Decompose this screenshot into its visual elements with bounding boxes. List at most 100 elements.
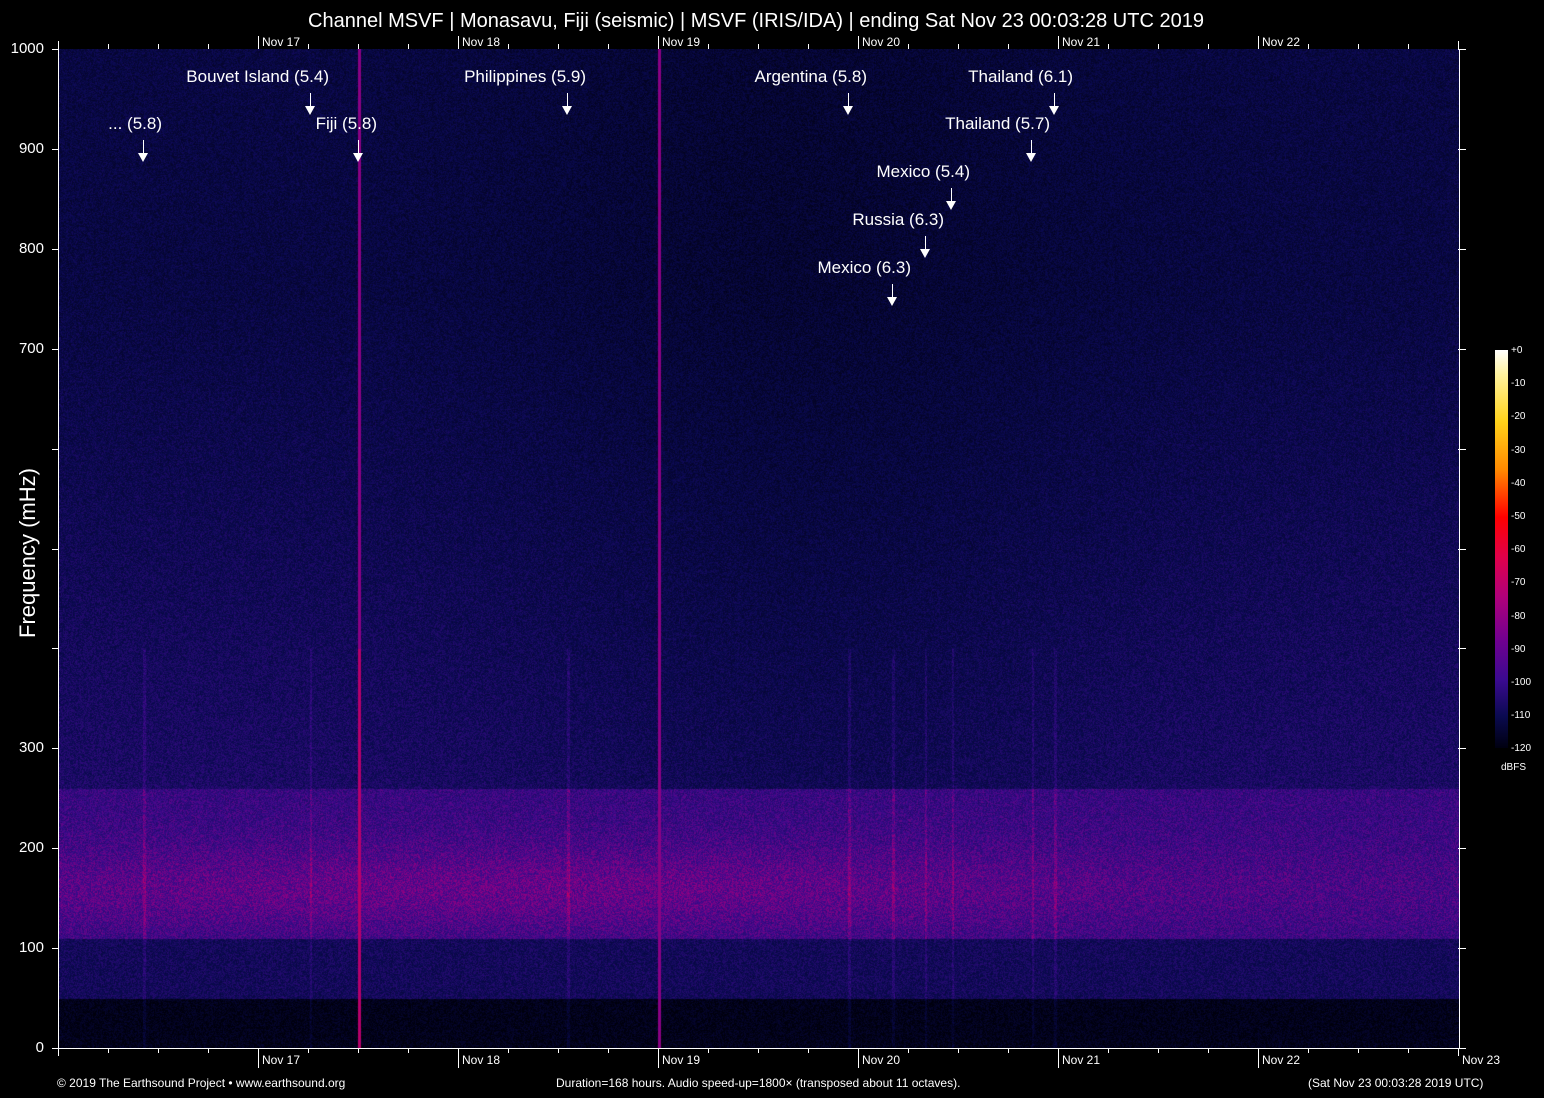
colorbar <box>1495 350 1508 748</box>
y-tick-mark-right <box>1458 748 1466 749</box>
y-tick-mark <box>52 549 58 550</box>
event-arrow-shaft <box>925 236 926 250</box>
x-tick-label: Nov 21 <box>1062 1053 1100 1067</box>
x-tick-mark <box>108 1048 109 1053</box>
x-tick-mark-top <box>208 44 209 49</box>
event-label: Argentina (5.8) <box>755 67 867 87</box>
y-tick-label: 800 <box>0 240 44 257</box>
x-tick-label: Nov 22 <box>1262 1053 1300 1067</box>
x-day-line <box>658 1048 659 1068</box>
y-tick-mark <box>52 249 58 250</box>
x-tick-mark <box>808 1048 809 1053</box>
event-arrow-icon <box>843 106 853 115</box>
x-tick-label-top: Nov 18 <box>462 35 500 49</box>
y-tick-mark <box>52 349 58 350</box>
x-tick-mark <box>1008 1048 1009 1053</box>
colorbar-tick: -10 <box>1511 378 1525 389</box>
spectrogram-plot <box>58 49 1460 1049</box>
x-day-line-top <box>858 36 859 49</box>
event-arrow-shaft <box>143 140 144 154</box>
y-tick-mark <box>52 648 58 649</box>
y-tick-mark-right <box>1458 149 1466 150</box>
y-tick-mark-right <box>1458 948 1466 949</box>
colorbar-tick: -40 <box>1511 478 1525 489</box>
y-tick-label: 900 <box>0 140 44 157</box>
x-tick-mark <box>308 1048 309 1053</box>
event-arrow-shaft <box>848 93 849 107</box>
colorbar-tick: +0 <box>1511 345 1522 356</box>
event-arrow-shaft <box>1031 140 1032 154</box>
x-tick-mark-top <box>58 41 59 49</box>
event-arrow-icon <box>946 201 956 210</box>
event-arrow-icon <box>305 106 315 115</box>
x-tick-mark <box>1408 1048 1409 1053</box>
x-tick-mark <box>1308 1048 1309 1053</box>
y-tick-mark-right <box>1458 1048 1466 1049</box>
event-label: Russia (6.3) <box>852 210 944 230</box>
x-day-line-top <box>258 36 259 49</box>
event-label: Thailand (5.7) <box>945 114 1050 134</box>
x-tick-label: Nov 17 <box>262 1053 300 1067</box>
colorbar-tick: -90 <box>1511 644 1525 655</box>
event-arrow-shaft <box>310 93 311 107</box>
x-tick-mark-top <box>608 44 609 49</box>
colorbar-tick: -50 <box>1511 511 1525 522</box>
event-label: Fiji (5.8) <box>316 114 377 134</box>
x-tick-label: Nov 19 <box>662 1053 700 1067</box>
y-tick-mark <box>52 848 58 849</box>
x-tick-mark <box>608 1048 609 1053</box>
x-tick-mark <box>958 1048 959 1053</box>
x-tick-mark-top <box>1408 44 1409 49</box>
event-arrow-icon <box>562 106 572 115</box>
event-arrow-icon <box>353 153 363 162</box>
y-tick-mark <box>52 748 58 749</box>
x-tick-mark <box>558 1048 559 1053</box>
x-tick-mark <box>1108 1048 1109 1053</box>
y-tick-label: 300 <box>0 739 44 756</box>
y-tick-mark <box>52 948 58 949</box>
event-arrow-shaft <box>567 93 568 107</box>
x-tick-mark-top <box>308 44 309 49</box>
x-tick-mark <box>508 1048 509 1053</box>
y-tick-mark-right <box>1458 648 1466 649</box>
x-day-line <box>1258 1048 1259 1068</box>
x-tick-mark-top <box>558 44 559 49</box>
colorbar-tick: -30 <box>1511 445 1525 456</box>
chart-title: Channel MSVF | Monasavu, Fiji (seismic) … <box>0 10 1512 33</box>
x-day-line <box>1058 1048 1059 1068</box>
y-tick-mark <box>52 49 58 50</box>
colorbar-tick: -110 <box>1511 710 1530 721</box>
x-tick-mark-top <box>1308 44 1309 49</box>
event-arrow-shaft <box>951 188 952 202</box>
x-tick-mark <box>1358 1048 1359 1053</box>
event-arrow-icon <box>1026 153 1036 162</box>
y-tick-mark <box>52 149 58 150</box>
x-tick-mark-top <box>1358 44 1359 49</box>
x-tick-mark-top <box>1208 44 1209 49</box>
x-tick-mark <box>58 1048 59 1056</box>
colorbar-unit: dBFS <box>1501 762 1526 773</box>
colorbar-tick: -120 <box>1511 743 1531 754</box>
spectrogram-heatmap <box>59 49 1459 1048</box>
x-tick-label-top: Nov 19 <box>662 35 700 49</box>
x-tick-mark <box>908 1048 909 1053</box>
footer-copyright: © 2019 The Earthsound Project • www.eart… <box>57 1076 345 1090</box>
colorbar-tick: -100 <box>1511 677 1531 688</box>
colorbar-tick: -70 <box>1511 577 1525 588</box>
colorbar-tick: -80 <box>1511 611 1525 622</box>
x-tick-mark <box>1458 1048 1459 1056</box>
event-arrow-icon <box>138 153 148 162</box>
x-day-line-top <box>1258 36 1259 49</box>
event-label: Thailand (6.1) <box>968 67 1073 87</box>
x-tick-mark <box>208 1048 209 1053</box>
colorbar-tick: -60 <box>1511 544 1525 555</box>
y-tick-label: 1000 <box>0 40 44 57</box>
y-tick-mark-right <box>1458 49 1466 50</box>
x-tick-mark-top <box>758 44 759 49</box>
x-tick-mark <box>158 1048 159 1053</box>
x-day-line <box>258 1048 259 1068</box>
y-axis-label: Frequency (mHz) <box>15 463 41 643</box>
x-tick-mark-top <box>958 44 959 49</box>
x-tick-mark-top <box>708 44 709 49</box>
event-arrow-shaft <box>1054 93 1055 107</box>
